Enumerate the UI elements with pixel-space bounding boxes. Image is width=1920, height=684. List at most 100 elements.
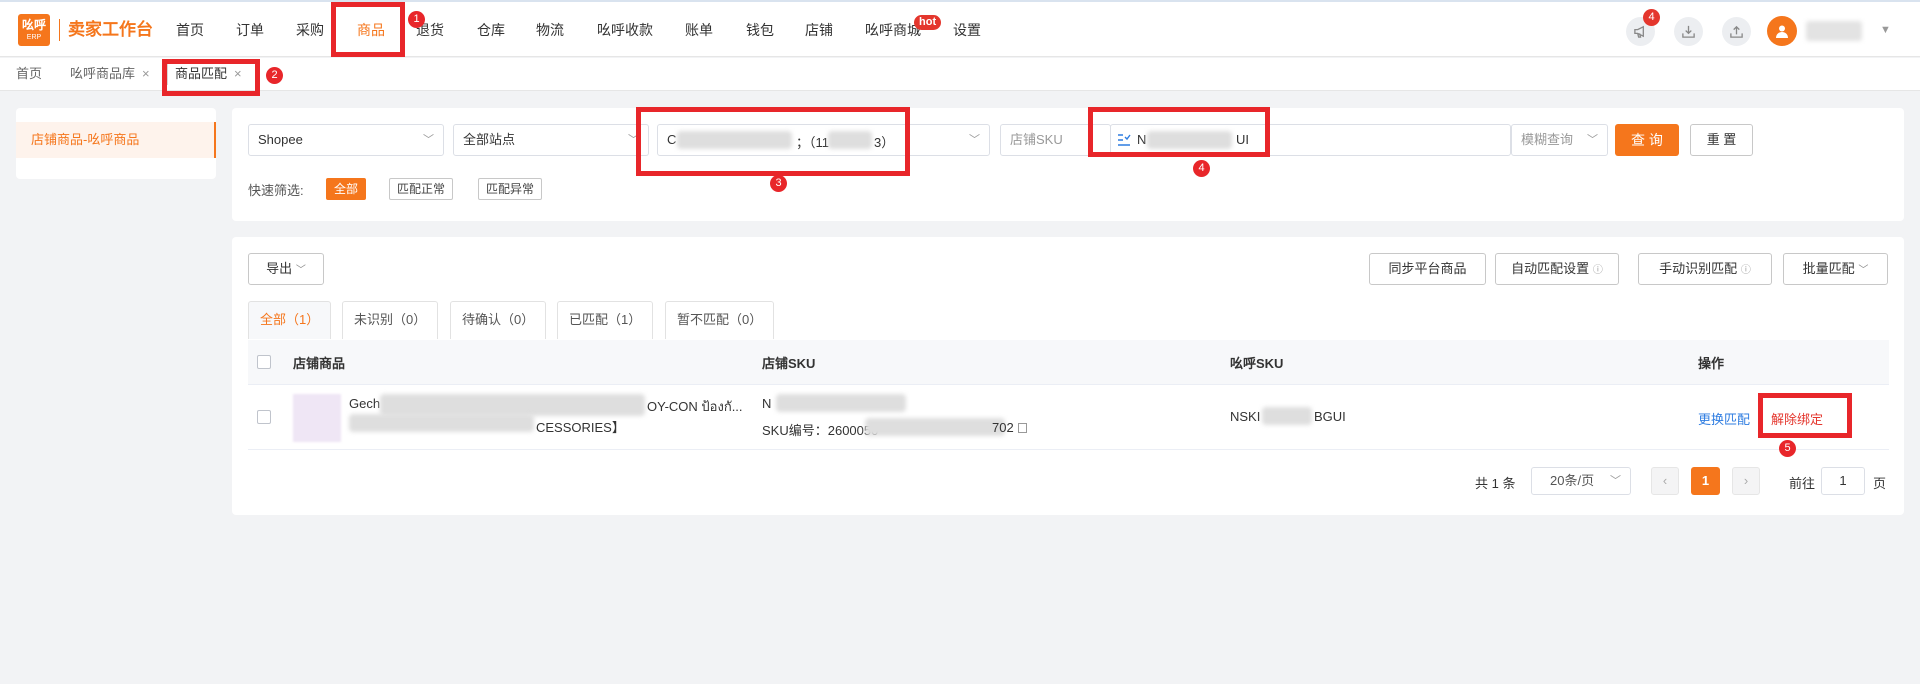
pagination-total: 共 1 条 [1475, 476, 1516, 491]
match-mode-value: 模糊查询 [1521, 132, 1574, 147]
page-tab-home[interactable]: 首页 [16, 66, 42, 82]
column-header-yaohu-sku: 吆呼SKU [1230, 356, 1284, 371]
page-tab-yaohu-library[interactable]: 吆呼商品库 × [70, 66, 150, 82]
logo-text: 吆呼 [21, 18, 46, 32]
nav-logistics[interactable]: 物流 [536, 20, 564, 40]
download-button[interactable] [1674, 17, 1703, 46]
sku-id-blurred [865, 418, 1005, 436]
help-icon[interactable]: ⓘ [1741, 265, 1751, 276]
yaohu-sku-blurred [1262, 407, 1312, 425]
reset-button[interactable]: 重 置 [1690, 124, 1753, 156]
chevron-down-icon: ﹀ [1610, 475, 1621, 487]
chevron-down-icon: ﹀ [969, 134, 980, 146]
goto-label: 前往 [1789, 476, 1816, 491]
match-mode-select[interactable]: 模糊查询 ﹀ [1511, 124, 1608, 156]
page-unit-label: 页 [1873, 476, 1887, 491]
page-size-value: 20条/页 [1550, 473, 1595, 488]
yaohu-sku-prefix: NSKI [1230, 409, 1261, 424]
user-icon [1776, 25, 1788, 38]
tab-not-matched[interactable]: 暂不匹配（0） [665, 301, 775, 339]
batch-match-dropdown[interactable]: 批量匹配 ﹀ [1783, 253, 1888, 285]
annotation-box-2 [162, 59, 260, 96]
tab-pending[interactable]: 待确认（0） [450, 301, 547, 339]
select-all-checkbox[interactable] [257, 355, 271, 369]
nav-settings[interactable]: 设置 [953, 20, 981, 40]
quick-filter-all[interactable]: 全部 [326, 178, 367, 200]
product-thumbnail[interactable] [293, 394, 341, 442]
table-row: Gech OY-CON ป้องกั... CESSORIES】 N SKU编号… [248, 386, 1889, 450]
annotation-box-5 [1758, 393, 1852, 438]
user-avatar[interactable] [1767, 16, 1797, 46]
goto-page-input[interactable]: 1 [1821, 467, 1865, 495]
product-title-suffix[interactable]: OY-CON ป้องกั... [647, 396, 743, 417]
platform-select[interactable]: Shopee ﹀ [248, 124, 444, 156]
chevron-down-icon: ﹀ [1587, 134, 1598, 146]
nav-mall[interactable]: 吆呼商城 [865, 20, 921, 40]
chevron-down-icon: ﹀ [423, 134, 434, 146]
nav-purchase[interactable]: 采购 [296, 20, 324, 40]
site-select-value: 全部站点 [463, 132, 516, 147]
upload-icon [1730, 25, 1743, 38]
product-subtitle-blurred [349, 414, 534, 432]
current-page-button[interactable]: 1 [1691, 467, 1720, 495]
column-header-actions: 操作 [1698, 356, 1725, 371]
export-dropdown[interactable]: 导出 ﹀ [248, 253, 324, 285]
quick-filter-abnormal[interactable]: 匹配异常 [478, 178, 543, 200]
sku-id-prefix: SKU编号：2600050 [762, 423, 879, 438]
upload-button[interactable] [1722, 17, 1751, 46]
export-label: 导出 [266, 261, 293, 276]
tab-unrecognized[interactable]: 未识别（0） [342, 301, 439, 339]
batch-match-label: 批量匹配 [1802, 261, 1855, 276]
sidebar-item-shop-yaohu[interactable]: 店铺商品-吆呼商品 [16, 122, 216, 158]
nav-warehouse[interactable]: 仓库 [477, 20, 505, 40]
annotation-box-4 [1088, 107, 1270, 157]
sidebar: 店铺商品-吆呼商品 [16, 108, 216, 179]
chevron-down-icon: ﹀ [295, 265, 306, 276]
shop-sku-blurred [776, 394, 906, 412]
nav-home[interactable]: 首页 [176, 20, 204, 40]
next-page-button[interactable]: › [1732, 467, 1760, 495]
megaphone-icon [1634, 25, 1644, 38]
user-menu-chevron-icon[interactable]: ▼ [1880, 24, 1891, 36]
close-icon[interactable]: × [142, 66, 150, 81]
quick-filter-label: 快速筛选: [248, 183, 304, 198]
annotation-box-1 [331, 2, 405, 57]
prev-page-button[interactable]: ‹ [1651, 467, 1679, 495]
change-match-link[interactable]: 更换匹配 [1698, 409, 1750, 428]
sku-id-suffix-text: 702 [992, 420, 1014, 435]
nav-orders[interactable]: 订单 [236, 20, 264, 40]
hot-badge: hot [914, 15, 942, 30]
tab-matched[interactable]: 已匹配（1） [557, 301, 654, 339]
tab-all[interactable]: 全部（1） [248, 301, 332, 339]
product-title-prefix[interactable]: Gech [349, 396, 380, 411]
brand-title: 卖家工作台 [68, 20, 153, 39]
help-icon[interactable]: ⓘ [1593, 265, 1603, 276]
page-tabs-bar: 首页 吆呼商品库 × 商品匹配 × [0, 58, 1920, 91]
top-nav-bar: 吆呼 ERP 卖家工作台 首页 订单 采购 商品 退货 仓库 物流 吆呼收款 账… [0, 0, 1920, 57]
notification-badge: 4 [1643, 9, 1660, 26]
product-title-blurred [380, 394, 645, 416]
erp-logo[interactable]: 吆呼 ERP [18, 14, 50, 46]
platform-select-value: Shopee [258, 132, 303, 147]
shop-sku-value: N [762, 396, 772, 411]
nav-bills[interactable]: 账单 [685, 20, 713, 40]
quick-filter-normal[interactable]: 匹配正常 [389, 178, 454, 200]
manual-match-button[interactable]: 手动识别匹配 ⓘ [1638, 253, 1772, 285]
page-tab-label: 吆呼商品库 [70, 66, 136, 81]
auto-match-settings-button[interactable]: 自动匹配设置 ⓘ [1495, 253, 1619, 285]
search-button[interactable]: 查 询 [1615, 124, 1679, 156]
annotation-box-3 [636, 107, 910, 176]
row-checkbox[interactable] [257, 410, 271, 424]
annotation-number-3: 3 [770, 175, 787, 192]
page-size-select[interactable]: 20条/页 ﹀ [1531, 467, 1631, 495]
nav-shops[interactable]: 店铺 [805, 20, 833, 40]
logo-subtext: ERP [26, 34, 42, 41]
nav-payments[interactable]: 吆呼收款 [597, 20, 653, 40]
username-blurred [1806, 21, 1862, 41]
nav-wallet[interactable]: 钱包 [746, 20, 774, 40]
download-icon [1682, 25, 1695, 38]
auto-match-label: 自动匹配设置 [1511, 261, 1590, 276]
site-select[interactable]: 全部站点 ﹀ [453, 124, 649, 156]
sync-platform-button[interactable]: 同步平台商品 [1369, 253, 1486, 285]
copy-icon[interactable] [1017, 423, 1027, 433]
